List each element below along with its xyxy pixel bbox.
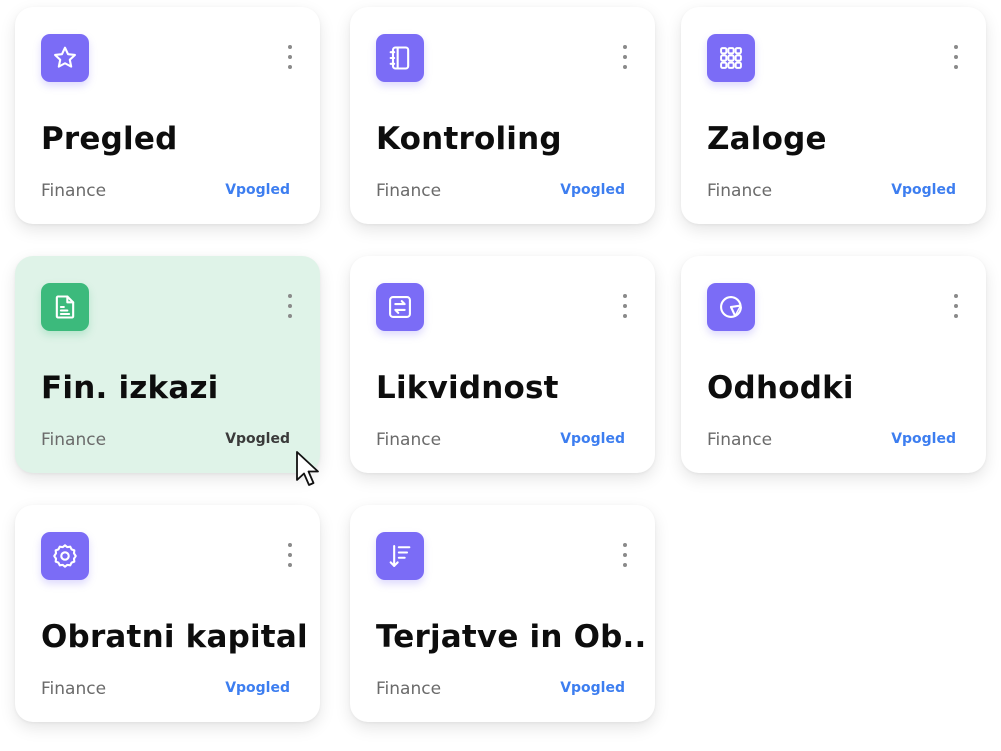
card-category: Finance	[376, 679, 442, 699]
pie-chart-icon	[720, 296, 742, 318]
card-category: Finance	[41, 679, 107, 699]
card-category: Finance	[707, 181, 773, 201]
more-options-icon[interactable]	[952, 294, 960, 318]
transfer-icon	[389, 296, 411, 318]
card-title: Pregled	[41, 121, 178, 157]
card-fin-izkazi[interactable]: Fin. izkazi Finance Vpogled	[15, 256, 320, 473]
view-link[interactable]: Vpogled	[891, 182, 956, 198]
card-title: Fin. izkazi	[41, 370, 219, 406]
gear-icon	[53, 544, 77, 568]
card-icon-tile	[41, 283, 89, 331]
card-category: Finance	[41, 430, 107, 450]
card-title: Terjatve in Ob..	[376, 619, 647, 655]
card-odhodki[interactable]: Odhodki Finance Vpogled	[681, 256, 986, 473]
card-terjatve[interactable]: Terjatve in Ob.. Finance Vpogled	[350, 505, 655, 722]
more-options-icon[interactable]	[952, 45, 960, 69]
card-category: Finance	[376, 430, 442, 450]
star-icon	[54, 46, 76, 68]
grid-icon	[720, 47, 742, 69]
card-icon-tile	[376, 283, 424, 331]
card-likvidnost[interactable]: Likvidnost Finance Vpogled	[350, 256, 655, 473]
card-title: Likvidnost	[376, 370, 559, 406]
card-category: Finance	[376, 181, 442, 201]
card-category: Finance	[707, 430, 773, 450]
notebook-icon	[389, 46, 410, 70]
card-icon-tile	[376, 34, 424, 82]
more-options-icon[interactable]	[621, 543, 629, 567]
card-zaloge[interactable]: Zaloge Finance Vpogled	[681, 7, 986, 224]
more-options-icon[interactable]	[286, 45, 294, 69]
card-icon-tile	[376, 532, 424, 580]
card-title: Kontroling	[376, 121, 562, 157]
sort-descending-icon	[389, 545, 411, 567]
card-icon-tile	[41, 532, 89, 580]
card-icon-tile	[707, 283, 755, 331]
more-options-icon[interactable]	[286, 543, 294, 567]
document-icon	[55, 295, 75, 319]
card-title: Odhodki	[707, 370, 854, 406]
card-pregled[interactable]: Pregled Finance Vpogled	[15, 7, 320, 224]
view-link[interactable]: Vpogled	[560, 182, 625, 198]
card-kontroling[interactable]: Kontroling Finance Vpogled	[350, 7, 655, 224]
view-link[interactable]: Vpogled	[560, 431, 625, 447]
card-icon-tile	[707, 34, 755, 82]
dashboard-card-grid: Pregled Finance Vpogled Kontroling Finan…	[0, 0, 1001, 751]
view-link[interactable]: Vpogled	[225, 182, 290, 198]
card-title: Obratni kapital	[41, 619, 308, 655]
view-link[interactable]: Vpogled	[225, 680, 290, 696]
card-title: Zaloge	[707, 121, 827, 157]
more-options-icon[interactable]	[621, 294, 629, 318]
card-icon-tile	[41, 34, 89, 82]
mouse-cursor-icon	[296, 451, 319, 486]
view-link[interactable]: Vpogled	[225, 431, 290, 447]
view-link[interactable]: Vpogled	[891, 431, 956, 447]
card-obratni-kapital[interactable]: Obratni kapital Finance Vpogled	[15, 505, 320, 722]
card-category: Finance	[41, 181, 107, 201]
view-link[interactable]: Vpogled	[560, 680, 625, 696]
more-options-icon[interactable]	[286, 294, 294, 318]
more-options-icon[interactable]	[621, 45, 629, 69]
